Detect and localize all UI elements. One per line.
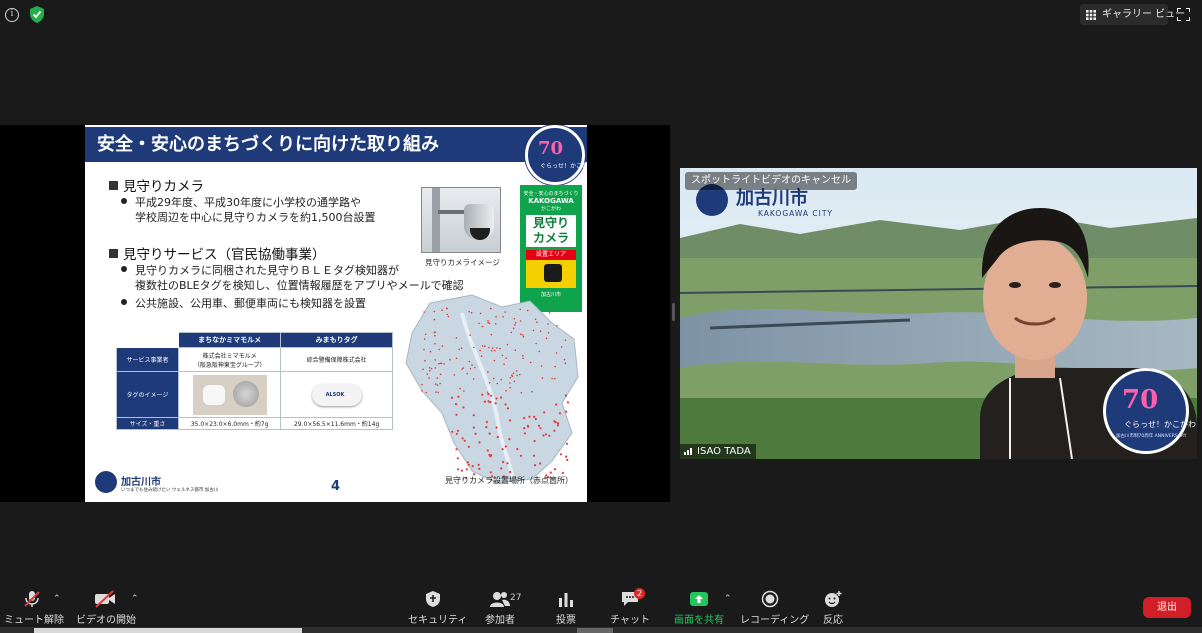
shared-screen: 安全・安心のまちづくりに向けた取り組み 70 ぐらっせ！かこがわ 見守りカメラ … (0, 125, 670, 502)
tag-comparison-table: まちなかミマモルメ みまもりタグ サービス事業者 株式会社ミマモルメ （阪急阪神東… (116, 332, 393, 430)
anniversary-number: 70 (538, 138, 564, 159)
taskbar-strip (0, 627, 1202, 633)
meeting-top-bar: i ギャラリー ビュー (0, 0, 1202, 30)
security-button[interactable]: セキュリティ (408, 583, 467, 627)
share-options-chevron-icon[interactable]: ⌃ (724, 594, 732, 604)
unmute-button[interactable]: ミュート解除 (4, 583, 64, 627)
video-options-chevron-icon[interactable]: ⌃ (131, 594, 139, 604)
camera-image (421, 187, 501, 253)
bullet-dot-icon (121, 266, 127, 272)
table-header-mimamorume: まちなかミマモルメ (177, 332, 282, 348)
grid-icon (1086, 10, 1096, 20)
participant-video-tile[interactable]: 加古川市 KAKOGAWA CITY スポットライトビデオのキャンセル 70 ぐ… (680, 168, 1197, 459)
gallery-view-label: ギャラリー ビュー (1102, 9, 1186, 20)
bullet-ble-tag: 見守りカメラに同梱された見守りＢＬＥタグ検知器が 複数社のBLEタグを検知し、位… (121, 263, 464, 293)
camera-location-map (405, 294, 579, 484)
record-icon (761, 590, 779, 608)
polls-button[interactable]: 投票 (548, 583, 584, 627)
table-header-mimamori-tag: みまもりタグ (280, 332, 393, 348)
table-row: サイズ・重さ 35.0×23.0×6.0mm・約7g 29.0×56.5×11.… (116, 417, 393, 430)
city-emblem-icon (95, 471, 117, 493)
participant-name-label: ISAO TADA (680, 444, 756, 459)
slide-page-number: 4 (331, 479, 341, 494)
shield-icon (426, 591, 440, 607)
microphone-muted-icon (24, 591, 40, 607)
share-screen-button[interactable]: 画面を共有 (672, 583, 726, 627)
gallery-view-button[interactable]: ギャラリー ビュー (1080, 4, 1185, 25)
emoji-reaction-icon (825, 591, 842, 607)
video-camera-off-icon (95, 590, 115, 608)
reactions-button[interactable]: 反応 (818, 583, 848, 627)
slide-title: 安全・安心のまちづくりに向けた取り組み (85, 127, 587, 162)
bullet-dot-icon (121, 299, 127, 305)
bar-chart-icon (559, 593, 573, 607)
section-heading-service: 見守りサービス（官民協働事業） (109, 243, 326, 263)
participants-button[interactable]: 参加者 (480, 583, 520, 627)
audio-options-chevron-icon[interactable]: ⌃ (53, 594, 61, 604)
square-bullet-icon (109, 249, 118, 258)
participants-icon (490, 592, 510, 607)
tag-photo-2: ALSOK (311, 383, 362, 406)
table-row: タグのイメージ ALSOK (116, 371, 393, 418)
slide-city-logo: 加古川市 いつまでも住み続けたい ウェルネス都市 加古川 (95, 469, 225, 497)
table-row: サービス事業者 株式会社ミマモルメ （阪急阪神東宝グループ） 綜合警備保障株式会社 (116, 347, 393, 372)
encryption-shield-icon[interactable] (29, 6, 45, 23)
bullet-detectors: 公共施設、公用車、郵便車両にも検知器を設置 (121, 296, 366, 311)
bullet-camera-install: 平成29年度、平成30年度に小学校の通学路や 学校周辺を中心に見守りカメラを約1… (121, 195, 376, 225)
taskbar-segment (34, 628, 302, 633)
fullscreen-icon[interactable] (1177, 8, 1190, 21)
record-button[interactable]: レコーディング (740, 583, 809, 627)
start-video-button[interactable]: ビデオの開始 (76, 583, 136, 627)
anniversary-slogan: ぐらっせ！かこがわ (540, 163, 587, 170)
camera-icon (544, 264, 562, 282)
participants-count: 27 (510, 593, 522, 603)
anniversary-logo: 70 ぐらっせ！かこがわ (525, 125, 587, 185)
bullet-dot-icon (121, 198, 127, 204)
connection-signal-icon (684, 448, 692, 455)
taskbar-segment (577, 628, 613, 633)
leave-meeting-button[interactable]: 退出 (1143, 597, 1191, 618)
splitter-handle[interactable] (672, 303, 675, 321)
cancel-spotlight-button[interactable]: スポットライトビデオのキャンセル (685, 172, 857, 190)
section-heading-camera: 見守りカメラ (109, 175, 204, 195)
square-bullet-icon (109, 181, 118, 190)
meeting-toolbar: ミュート解除 ⌃ ビデオの開始 ⌃ セキュリティ 参加者 27 投票 チャット … (0, 583, 1202, 633)
video-anniversary-logo: 70 ぐらっせ！かこがわ 加古川市制70周年 ANNIVERSARY (1103, 368, 1196, 454)
info-icon[interactable]: i (5, 8, 19, 22)
tag-photo-1 (192, 374, 267, 415)
map-caption: 見守りカメラ設置場所（赤点箇所） (445, 476, 573, 485)
chat-unread-badge: 2 (634, 588, 645, 599)
share-screen-icon (690, 592, 708, 606)
presentation-slide: 安全・安心のまちづくりに向けた取り組み 70 ぐらっせ！かこがわ 見守りカメラ … (85, 125, 587, 502)
